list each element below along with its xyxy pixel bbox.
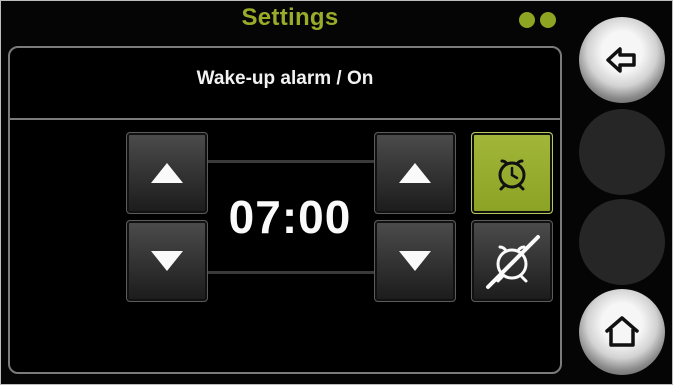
minute-down-button[interactable] xyxy=(374,220,456,302)
hour-up-button[interactable] xyxy=(126,132,208,214)
time-display: 07:00 xyxy=(204,160,376,274)
arrow-down-icon xyxy=(399,251,431,271)
back-button[interactable] xyxy=(579,17,665,103)
arrow-up-icon xyxy=(151,163,183,183)
hour-down-button[interactable] xyxy=(126,220,208,302)
home-icon xyxy=(605,316,639,347)
page-title: Settings xyxy=(241,4,339,31)
alarm-on-button[interactable] xyxy=(471,132,553,214)
alarm-off-icon xyxy=(486,235,540,289)
status-indicator xyxy=(519,12,556,28)
side-button-empty-2 xyxy=(579,199,665,285)
panel-header: Wake-up alarm / On xyxy=(196,68,374,89)
back-arrow-icon xyxy=(606,47,636,73)
home-button[interactable] xyxy=(579,289,665,375)
panel-divider xyxy=(10,118,560,120)
time-value: 07:00 xyxy=(228,191,352,243)
alarm-off-button[interactable] xyxy=(471,220,553,302)
status-dot-1 xyxy=(519,12,535,28)
arrow-down-icon xyxy=(151,251,183,271)
minute-up-button[interactable] xyxy=(374,132,456,214)
alarm-clock-icon xyxy=(498,159,526,191)
status-dot-2 xyxy=(540,12,556,28)
arrow-up-icon xyxy=(399,163,431,183)
side-button-empty-1 xyxy=(579,109,665,195)
